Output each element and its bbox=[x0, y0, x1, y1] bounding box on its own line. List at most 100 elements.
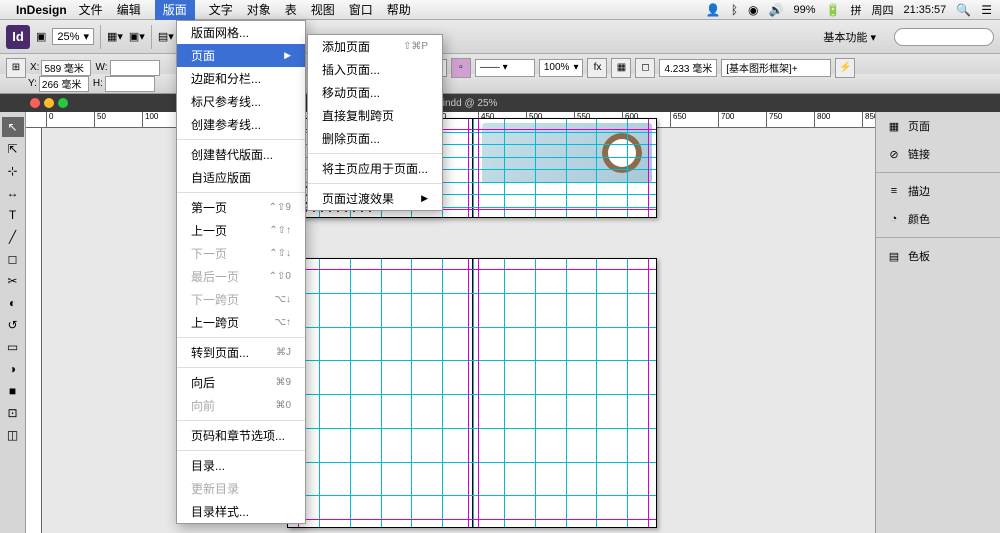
window-controls[interactable] bbox=[30, 98, 68, 108]
bluetooth-icon[interactable]: ᛒ bbox=[731, 3, 738, 17]
user-icon[interactable]: 👤 bbox=[706, 3, 721, 17]
tool-rotate[interactable]: ↺ bbox=[2, 315, 24, 335]
menu-item[interactable]: 将主页应用于页面... bbox=[308, 157, 442, 180]
panel-颜色[interactable]: ◔颜色 bbox=[876, 205, 1000, 233]
menu-item: 更新目录 bbox=[177, 477, 305, 500]
text-wrap-icon[interactable]: ▦ bbox=[611, 58, 631, 78]
pasteboard[interactable] bbox=[42, 128, 875, 533]
menu-item[interactable]: 自适应版面 bbox=[177, 166, 305, 189]
menu-item[interactable]: 上一页⌃⇧↑ bbox=[177, 219, 305, 242]
menu-item[interactable]: 边距和分栏... bbox=[177, 67, 305, 90]
wifi-icon[interactable]: ◉ bbox=[748, 3, 758, 17]
h-input[interactable] bbox=[105, 76, 155, 92]
menu-item[interactable]: 插入页面... bbox=[308, 58, 442, 81]
menu-item[interactable]: 页面过渡效果▶ bbox=[308, 187, 442, 210]
main-area: ↖ ⇱ ⊹ ↔ T ╱ ◻ ✂ ◐ ↺ ▭ ◑ ■ ⊡ ◫ 0501001502… bbox=[0, 112, 1000, 533]
select-content-icon[interactable]: ▫ bbox=[451, 58, 471, 78]
menu-window[interactable]: 窗口 bbox=[349, 1, 373, 18]
bridge-icon[interactable]: ▣ bbox=[36, 30, 46, 43]
minimize-icon[interactable] bbox=[44, 98, 54, 108]
tool-line[interactable]: ╱ bbox=[2, 227, 24, 247]
screen-mode-icon[interactable]: ▣▾ bbox=[129, 30, 145, 43]
effects-icon[interactable]: fx bbox=[587, 58, 607, 78]
doc-tab-title[interactable]: .indd @ 25% bbox=[440, 98, 497, 109]
menu-file[interactable]: 文件 bbox=[79, 1, 103, 18]
battery-pct[interactable]: 99% bbox=[793, 4, 815, 16]
menu-item[interactable]: 移动页面... bbox=[308, 81, 442, 104]
menu-item[interactable]: 创建参考线... bbox=[177, 113, 305, 136]
y-input[interactable] bbox=[39, 76, 89, 92]
close-icon[interactable] bbox=[30, 98, 40, 108]
menu-item[interactable]: 页面▶ bbox=[177, 44, 305, 67]
panel-页面[interactable]: ▦页面 bbox=[876, 112, 1000, 140]
menu-edit[interactable]: 编辑 bbox=[117, 1, 141, 18]
tool-frame[interactable]: ◻ bbox=[2, 249, 24, 269]
tool-gradient[interactable]: ◐ bbox=[2, 293, 24, 313]
zoom-window-icon[interactable] bbox=[58, 98, 68, 108]
menu-view[interactable]: 视图 bbox=[311, 1, 335, 18]
menu-help[interactable]: 帮助 bbox=[387, 1, 411, 18]
menu-item[interactable]: 添加页面⇧⌘P bbox=[308, 35, 442, 58]
tool-scissors[interactable]: ✂ bbox=[2, 271, 24, 291]
tool-eyedrop[interactable]: ◑ bbox=[2, 359, 24, 379]
menu-object[interactable]: 对象 bbox=[247, 1, 271, 18]
ruler-vertical[interactable] bbox=[26, 128, 42, 533]
tool-rect[interactable]: ▭ bbox=[2, 337, 24, 357]
tool-swap[interactable]: ⊡ bbox=[2, 403, 24, 423]
workspace-switcher[interactable]: 基本功能 ▾ bbox=[811, 27, 888, 47]
view-options-icon[interactable]: ▦▾ bbox=[107, 30, 123, 43]
menu-item[interactable]: 页码和章节选项... bbox=[177, 424, 305, 447]
layout-menu-dropdown: 版面网格...页面▶边距和分栏...标尺参考线...创建参考线... 创建替代版面… bbox=[176, 20, 306, 524]
arrange-icon[interactable]: ▤▾ bbox=[158, 30, 174, 43]
opacity[interactable]: 100% ▾ bbox=[539, 59, 584, 77]
menu-type[interactable]: 文字 bbox=[209, 1, 233, 18]
tool-preview[interactable]: ◫ bbox=[2, 425, 24, 445]
menu-item[interactable]: 上一跨页⌥↑ bbox=[177, 311, 305, 334]
tool-gap[interactable]: ↔ bbox=[2, 183, 24, 203]
menu-item[interactable]: 向后⌘9 bbox=[177, 371, 305, 394]
tool-fill[interactable]: ■ bbox=[2, 381, 24, 401]
tool-selection[interactable]: ↖ bbox=[2, 117, 24, 137]
menu-item[interactable]: 直接复制跨页 bbox=[308, 104, 442, 127]
menu-item[interactable]: 删除页面... bbox=[308, 127, 442, 150]
menu-item[interactable]: 目录样式... bbox=[177, 500, 305, 523]
volume-icon[interactable]: 🔊 bbox=[769, 3, 784, 17]
menu-item[interactable]: 版面网格... bbox=[177, 21, 305, 44]
corners-icon[interactable]: ◻ bbox=[635, 58, 655, 78]
quick-apply-icon[interactable]: ⚡ bbox=[835, 58, 855, 78]
zoom-select[interactable]: 25%▾ bbox=[52, 28, 94, 45]
ime[interactable]: 拼 bbox=[850, 2, 861, 18]
stroke-style[interactable]: —— ▾ bbox=[475, 59, 535, 77]
notif-icon[interactable]: ☰ bbox=[981, 3, 992, 17]
panel-label: 色板 bbox=[908, 248, 930, 264]
app-name[interactable]: InDesign bbox=[16, 3, 67, 17]
menu-item[interactable]: 第一页⌃⇧9 bbox=[177, 196, 305, 219]
menu-item[interactable]: 转到页面...⌘J bbox=[177, 341, 305, 364]
search-field[interactable] bbox=[894, 28, 994, 46]
x-input[interactable] bbox=[41, 60, 91, 76]
menu-item[interactable]: 目录... bbox=[177, 454, 305, 477]
panel-描边[interactable]: ≡描边 bbox=[876, 177, 1000, 205]
spread-2[interactable] bbox=[287, 258, 657, 528]
menu-table[interactable]: 表 bbox=[285, 1, 297, 18]
panel-链接[interactable]: ⊘链接 bbox=[876, 140, 1000, 168]
battery-icon[interactable]: 🔋 bbox=[826, 3, 841, 17]
corner-size[interactable]: 4.233 毫米 bbox=[659, 59, 717, 77]
ref-point[interactable]: ⊞ bbox=[6, 58, 26, 78]
menubar-right: 👤 ᛒ ◉ 🔊 99% 🔋 拼 周四 21:35:57 🔍 ☰ bbox=[706, 2, 992, 18]
mac-menubar: InDesign 文件 编辑 版面 文字 对象 表 视图 窗口 帮助 👤 ᛒ ◉… bbox=[0, 0, 1000, 20]
frame-style-select[interactable]: [基本图形框架]+ bbox=[721, 59, 831, 77]
w-input[interactable] bbox=[110, 60, 160, 76]
tool-type[interactable]: T bbox=[2, 205, 24, 225]
canvas[interactable]: 0501001502002503003504004505005506006507… bbox=[26, 112, 875, 533]
menu-item[interactable]: 标尺参考线... bbox=[177, 90, 305, 113]
tool-direct[interactable]: ⇱ bbox=[2, 139, 24, 159]
app-logo: Id bbox=[6, 25, 30, 49]
tool-page[interactable]: ⊹ bbox=[2, 161, 24, 181]
panel-色板[interactable]: ▤色板 bbox=[876, 242, 1000, 270]
spotlight-icon[interactable]: 🔍 bbox=[956, 3, 971, 17]
menu-layout[interactable]: 版面 bbox=[155, 0, 195, 20]
panel-icon: ≡ bbox=[886, 185, 902, 197]
clock[interactable]: 21:35:57 bbox=[903, 4, 946, 16]
menu-item[interactable]: 创建替代版面... bbox=[177, 143, 305, 166]
